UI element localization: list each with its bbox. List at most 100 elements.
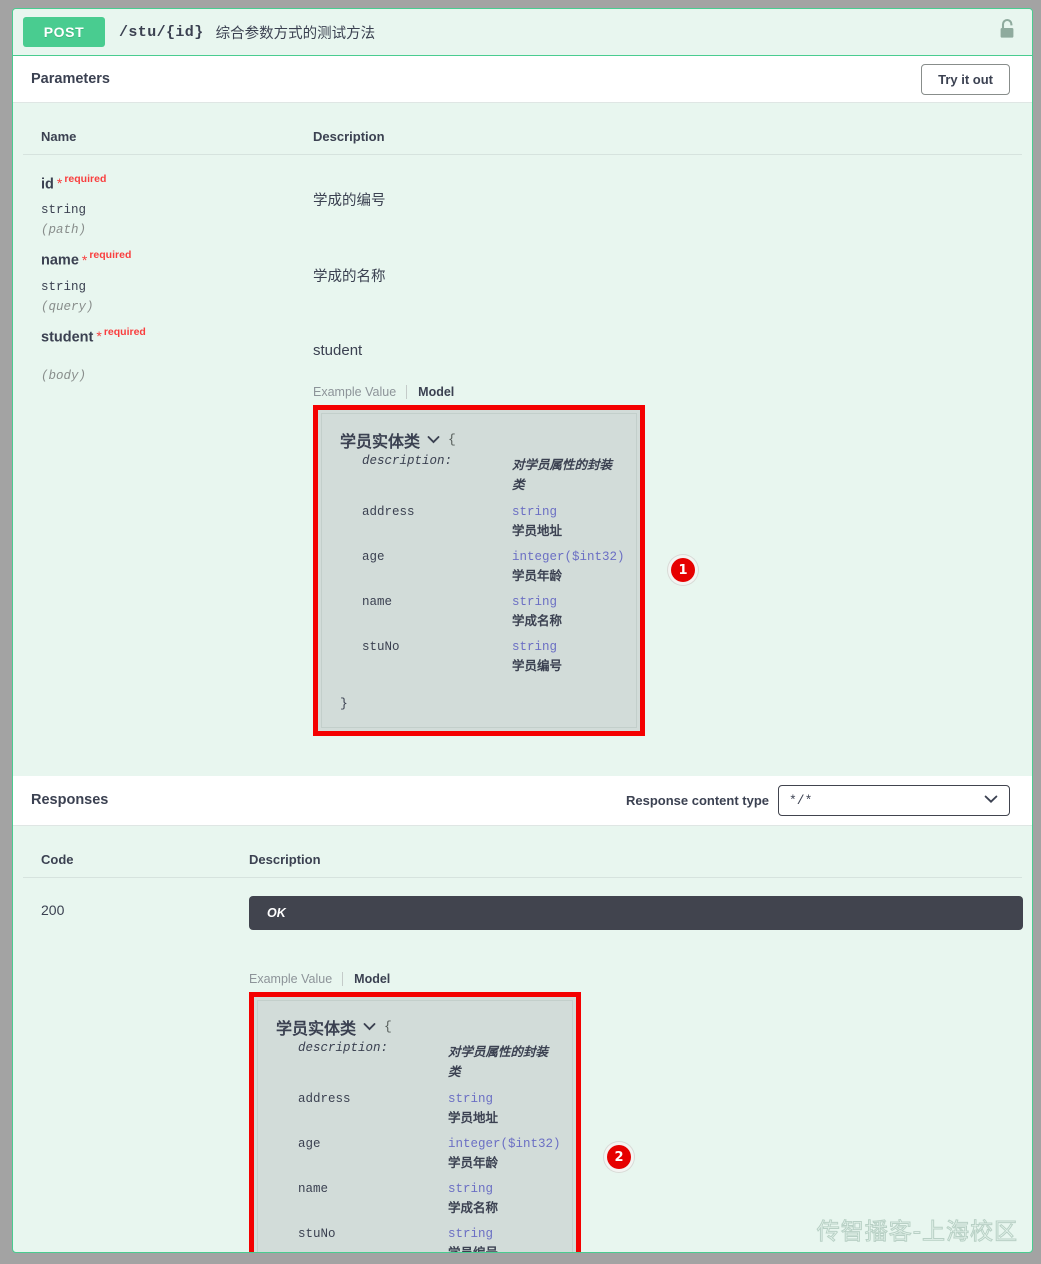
model-open-brace: {	[384, 1019, 392, 1035]
table-row: student * required (body) student Example …	[41, 326, 1004, 736]
model-description-value-cell: 对学员属性的封装类	[512, 454, 622, 494]
param-description-cell: 学成的名称	[313, 249, 1004, 313]
model-property-row: name string 学成名称	[298, 1182, 558, 1216]
property-key: age	[298, 1136, 321, 1151]
request-model-inner: 学员实体类 { description: 对学员属性的封装类 address s…	[321, 412, 637, 728]
response-content-type-select[interactable]: */*	[778, 784, 1010, 816]
response-code: 200	[41, 901, 65, 918]
model-property-row: name string 学成名称	[362, 595, 622, 629]
col-header-name: Name	[41, 129, 77, 144]
property-value-cell: string 学成名称	[448, 1182, 558, 1216]
param-location: (path)	[41, 223, 87, 238]
tab-model[interactable]: Model	[406, 384, 464, 399]
param-name-cell: name * required string (query)	[41, 249, 313, 313]
operation-summary-bar[interactable]: POST /stu/{id} 综合参数方式的测试方法	[13, 9, 1032, 56]
model-description-key: description:	[362, 453, 453, 468]
property-key: stuNo	[298, 1226, 336, 1241]
tab-example-value[interactable]: Example Value	[313, 385, 406, 399]
model-description-row: description: 对学员属性的封装类	[298, 1041, 558, 1081]
annotation-badge-2: 2	[607, 1145, 631, 1170]
model-description-value: 对学员属性的封装类	[512, 457, 613, 492]
operation-summary-text: 综合参数方式的测试方法	[215, 25, 376, 42]
model-title-row[interactable]: 学员实体类 {	[276, 1015, 558, 1039]
property-key: name	[298, 1181, 329, 1196]
property-key: address	[362, 504, 415, 519]
property-note: 学员地址	[512, 523, 563, 538]
property-value-cell: string 学成名称	[512, 595, 622, 629]
responses-table-header: Code Description	[23, 826, 1022, 878]
param-location: (body)	[41, 368, 87, 383]
property-key: name	[362, 594, 393, 609]
col-header-code: Code	[41, 851, 74, 867]
col-header-description: Description	[313, 129, 385, 144]
param-name-cell: id * required string (path)	[41, 173, 313, 237]
property-type: integer($int32)	[448, 1136, 561, 1151]
required-label: required	[89, 249, 132, 262]
parameters-list: id * required string (path) 学成的编号 name * req…	[13, 155, 1032, 754]
tab-model[interactable]: Model	[342, 971, 400, 986]
model-description-value: 对学员属性的封装类	[448, 1044, 549, 1079]
chevron-down-icon[interactable]	[427, 435, 440, 444]
param-name: id	[41, 176, 54, 193]
property-type: string	[448, 1226, 494, 1241]
model-property-row: age integer($int32) 学员年龄	[362, 549, 625, 584]
model-title-row[interactable]: 学员实体类 {	[340, 428, 622, 452]
required-star: *	[96, 327, 102, 344]
model-description-key: description:	[298, 1040, 389, 1055]
watermark-text: 传智播客-上海校区	[816, 1219, 1018, 1246]
model-property-row: address string 学员地址	[298, 1092, 558, 1126]
response-model-box: 学员实体类 { description: 对学员属性的封装类 address s…	[249, 991, 581, 1253]
property-note: 学员年龄	[448, 1155, 499, 1170]
property-note: 学员编号	[448, 1245, 499, 1253]
property-note: 学员编号	[512, 658, 563, 673]
tab-example-value[interactable]: Example Value	[249, 972, 342, 986]
request-model-box: 学员实体类 { description: 对学员属性的封装类 address s…	[313, 404, 645, 736]
responses-title: Responses	[31, 792, 109, 809]
model-open-brace: {	[448, 432, 456, 448]
response-main-cell: OK Example Value Model 学员实体类 {descripti…	[249, 895, 1023, 1253]
property-key: stuNo	[362, 639, 400, 654]
annotation-badge-1: 1	[671, 558, 695, 583]
model-property-row: stuNo string 学员编号	[362, 640, 622, 674]
table-row: 200 OK Example Value Model 学员实体类 {descr…	[41, 895, 1023, 1252]
chevron-down-icon[interactable]	[363, 1022, 376, 1031]
property-key: age	[362, 549, 385, 564]
property-value-cell: integer($int32) 学员年龄	[448, 1137, 561, 1171]
model-property-row: address string 学员地址	[362, 505, 622, 539]
property-key: address	[298, 1091, 351, 1106]
operation-path: /stu/{id}	[119, 23, 204, 41]
response-content-type-value: */*	[789, 792, 813, 808]
property-type: string	[512, 639, 558, 654]
property-note: 学员地址	[448, 1110, 499, 1125]
try-it-out-button[interactable]: Try it out	[921, 63, 1010, 95]
param-type: string	[41, 203, 87, 218]
param-location: (query)	[41, 299, 94, 314]
response-content-type-label: Response content type	[625, 792, 769, 808]
model-property-row: stuNo string 学员编号	[298, 1226, 558, 1253]
request-model-wrapper: 学员实体类 { description: 对学员属性的封装类 address s…	[313, 404, 1004, 736]
chevron-down-icon	[984, 793, 998, 808]
param-description: student	[313, 341, 363, 359]
table-row: name * required string (query) 学成的名称	[41, 249, 1004, 313]
property-type: integer($int32)	[512, 549, 625, 564]
responses-list: 200 OK Example Value Model 学员实体类 {descr…	[13, 878, 1032, 1252]
responses-section-header: Responses Response content type */*	[13, 775, 1032, 826]
param-name: name	[41, 252, 79, 269]
example-model-tabs: Example Value Model	[313, 384, 1004, 399]
property-type: string	[448, 1091, 494, 1106]
property-note: 学成名称	[512, 613, 563, 628]
col-header-description: Description	[249, 851, 321, 867]
unlocked-padlock-icon[interactable]	[997, 17, 1017, 48]
model-title: 学员实体类	[276, 1020, 357, 1038]
parameters-table-header: Name Description	[23, 103, 1022, 155]
param-description: 学成的名称	[313, 269, 386, 286]
property-note: 学员年龄	[512, 568, 563, 583]
required-label: required	[64, 173, 107, 185]
param-description-cell: 学成的编号	[313, 173, 1004, 237]
property-value-cell: integer($int32) 学员年龄	[512, 550, 625, 584]
param-name: student	[41, 328, 94, 345]
param-type: string	[41, 279, 87, 294]
param-description: 学成的编号	[313, 193, 386, 209]
screenshot-root: POST /stu/{id} 综合参数方式的测试方法 Parameters Tr…	[0, 0, 1041, 1264]
required-star: *	[56, 175, 63, 192]
